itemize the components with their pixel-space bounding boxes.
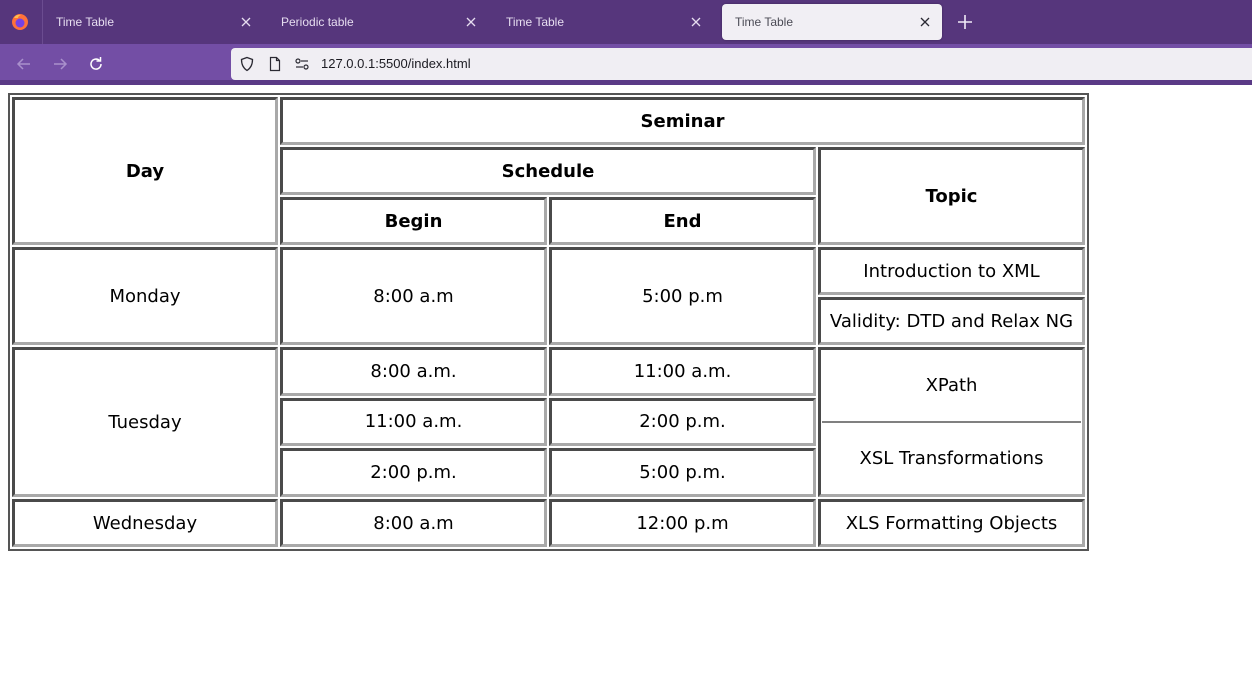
tab-label: Periodic table bbox=[281, 15, 354, 29]
header-seminar: Seminar bbox=[280, 97, 1085, 145]
topic-xsl-transformations: XSL Transformations bbox=[859, 448, 1044, 469]
topic-xpath: XPath bbox=[925, 375, 978, 396]
time-table: Day Seminar Schedule Topic Begin End Mon… bbox=[8, 93, 1089, 551]
header-day: Day bbox=[12, 97, 278, 245]
cell-begin-monday: 8:00 a.m bbox=[280, 247, 547, 345]
cell-day-monday: Monday bbox=[12, 247, 278, 345]
tab-time-table-1[interactable]: Time Table bbox=[43, 4, 263, 40]
header-end: End bbox=[549, 197, 816, 245]
navigation-bar: 127.0.0.1:5500/index.html bbox=[0, 44, 1252, 84]
cell-topic-tuesday: XPath XSL Transformations bbox=[818, 347, 1085, 497]
cell-topic-monday-2: Validity: DTD and Relax NG bbox=[818, 297, 1085, 345]
cell-day-tuesday: Tuesday bbox=[12, 347, 278, 497]
tab-label: Time Table bbox=[506, 15, 565, 29]
close-icon[interactable] bbox=[916, 13, 934, 31]
cell-begin-tuesday-1: 8:00 a.m. bbox=[280, 347, 547, 396]
cell-end-wednesday: 12:00 p.m bbox=[549, 499, 816, 547]
close-icon[interactable] bbox=[687, 13, 705, 31]
back-arrow-icon[interactable] bbox=[14, 54, 34, 74]
url-text: 127.0.0.1:5500/index.html bbox=[321, 56, 471, 71]
url-bar[interactable]: 127.0.0.1:5500/index.html bbox=[231, 48, 1252, 80]
tab-strip: Time Table Periodic table Time Table Tim… bbox=[0, 0, 1252, 44]
cell-begin-tuesday-2: 11:00 a.m. bbox=[280, 397, 547, 447]
new-tab-plus-icon[interactable] bbox=[954, 11, 976, 33]
shield-icon[interactable] bbox=[239, 56, 255, 72]
header-schedule: Schedule bbox=[280, 147, 816, 195]
cell-topic-monday-1: Introduction to XML bbox=[818, 247, 1085, 295]
header-begin: Begin bbox=[280, 197, 547, 245]
tab-label: Time Table bbox=[735, 15, 794, 29]
tab-label: Time Table bbox=[56, 15, 115, 29]
cell-end-monday: 5:00 p.m bbox=[549, 247, 816, 345]
cell-begin-tuesday-3: 2:00 p.m. bbox=[280, 448, 547, 497]
tab-periodic-table[interactable]: Periodic table bbox=[268, 4, 488, 40]
tab-time-table-active[interactable]: Time Table bbox=[722, 4, 942, 40]
cell-end-tuesday-2: 2:00 p.m. bbox=[549, 397, 816, 447]
connection-settings-icon[interactable] bbox=[294, 56, 310, 72]
close-icon[interactable] bbox=[237, 13, 255, 31]
forward-arrow-icon[interactable] bbox=[50, 54, 70, 74]
cell-end-tuesday-3: 5:00 p.m. bbox=[549, 448, 816, 497]
topic-stack: XPath XSL Transformations bbox=[821, 350, 1082, 494]
cell-end-tuesday-1: 11:00 a.m. bbox=[549, 347, 816, 396]
cell-begin-wednesday: 8:00 a.m bbox=[280, 499, 547, 547]
page-icon[interactable] bbox=[267, 56, 283, 72]
cell-day-wednesday: Wednesday bbox=[12, 499, 278, 547]
cell-topic-wednesday: XLS Formatting Objects bbox=[818, 499, 1085, 547]
header-topic: Topic bbox=[818, 147, 1085, 245]
page-content: Day Seminar Schedule Topic Begin End Mon… bbox=[0, 85, 1252, 674]
tab-time-table-2[interactable]: Time Table bbox=[493, 4, 713, 40]
firefox-icon[interactable] bbox=[9, 11, 31, 33]
reload-icon[interactable] bbox=[86, 54, 106, 74]
close-icon[interactable] bbox=[462, 13, 480, 31]
